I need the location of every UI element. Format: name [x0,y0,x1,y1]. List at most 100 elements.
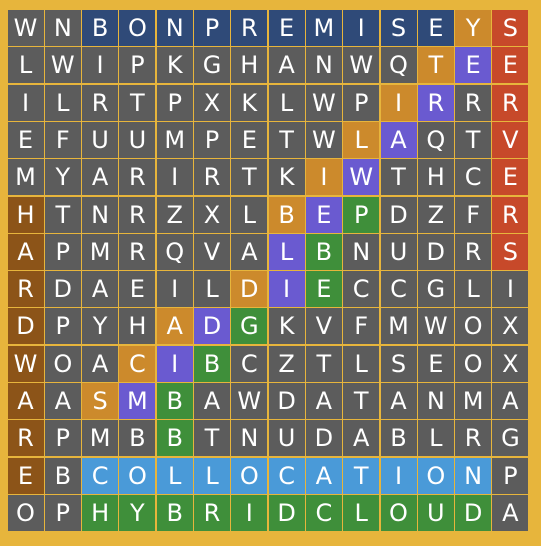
grid-cell-r0-c4[interactable]: N [156,10,193,46]
grid-cell-r13-c1[interactable]: P [44,494,81,531]
grid-cell-r5-c5[interactable]: X [194,196,230,233]
grid-cell-r9-c12[interactable]: O [455,345,492,382]
grid-cell-r3-c12[interactable]: T [455,121,492,158]
grid-cell-r0-c10[interactable]: S [380,10,417,46]
grid-cell-r11-c3[interactable]: B [119,420,156,457]
grid-cell-r4-c8[interactable]: I [305,159,342,196]
grid-cell-r1-c4[interactable]: K [156,47,193,84]
grid-cell-r0-c8[interactable]: M [305,10,342,46]
grid-cell-r12-c5[interactable]: L [194,457,230,494]
grid-cell-r11-c1[interactable]: P [44,420,81,457]
grid-cell-r3-c4[interactable]: M [156,121,193,158]
grid-cell-r7-c11[interactable]: G [417,271,454,308]
grid-cell-r2-c4[interactable]: P [156,84,193,121]
grid-cell-r8-c4[interactable]: A [156,308,193,345]
grid-cell-r3-c5[interactable]: P [194,121,230,158]
grid-cell-r5-c1[interactable]: T [44,196,81,233]
grid-cell-r8-c13[interactable]: X [492,308,529,345]
grid-cell-r5-c13[interactable]: R [492,196,529,233]
grid-cell-r11-c8[interactable]: D [305,420,342,457]
grid-cell-r7-c12[interactable]: L [455,271,492,308]
grid-cell-r11-c12[interactable]: R [455,420,492,457]
grid-cell-r12-c8[interactable]: A [305,457,342,494]
grid-cell-r9-c4[interactable]: I [156,345,193,382]
grid-cell-r0-c0[interactable]: W [7,10,44,46]
grid-cell-r8-c12[interactable]: O [455,308,492,345]
grid-cell-r9-c1[interactable]: O [44,345,81,382]
grid-cell-r0-c1[interactable]: N [44,10,81,46]
grid-cell-r1-c13[interactable]: E [492,47,529,84]
grid-cell-r8-c7[interactable]: K [268,308,305,345]
grid-cell-r6-c10[interactable]: U [380,233,417,270]
grid-cell-r2-c13[interactable]: R [492,84,529,121]
grid-cell-r2-c10[interactable]: I [380,84,417,121]
grid-cell-r0-c13[interactable]: S [492,10,529,46]
grid-cell-r0-c9[interactable]: I [343,10,380,46]
grid-cell-r4-c9[interactable]: W [343,159,380,196]
grid-cell-r7-c5[interactable]: L [194,271,230,308]
grid-cell-r9-c3[interactable]: C [119,345,156,382]
grid-cell-r10-c4[interactable]: B [156,383,193,419]
grid-cell-r10-c10[interactable]: A [380,383,417,419]
grid-cell-r12-c10[interactable]: I [380,457,417,494]
grid-cell-r3-c2[interactable]: U [82,121,119,158]
grid-cell-r8-c3[interactable]: H [119,308,156,345]
grid-cell-r12-c3[interactable]: O [119,457,156,494]
grid-cell-r10-c2[interactable]: S [82,383,119,419]
grid-cell-r13-c0[interactable]: O [7,494,44,531]
grid-cell-r5-c2[interactable]: N [82,196,119,233]
grid-cell-r12-c2[interactable]: C [82,457,119,494]
grid-cell-r13-c6[interactable]: I [231,494,268,531]
grid-cell-r1-c8[interactable]: N [305,47,342,84]
grid-cell-r8-c0[interactable]: D [7,308,44,345]
grid-cell-r4-c13[interactable]: E [492,159,529,196]
grid-cell-r1-c0[interactable]: L [7,47,44,84]
grid-cell-r6-c6[interactable]: A [231,233,268,270]
grid-cell-r0-c2[interactable]: B [82,10,119,46]
grid-cell-r6-c0[interactable]: A [7,233,44,270]
grid-cell-r3-c7[interactable]: T [268,121,305,158]
grid-cell-r7-c13[interactable]: I [492,271,529,308]
grid-cell-r11-c2[interactable]: M [82,420,119,457]
grid-cell-r5-c7[interactable]: B [268,196,305,233]
grid-cell-r9-c10[interactable]: S [380,345,417,382]
grid-cell-r11-c5[interactable]: T [194,420,230,457]
grid-cell-r5-c10[interactable]: D [380,196,417,233]
grid-cell-r6-c5[interactable]: V [194,233,230,270]
grid-cell-r6-c9[interactable]: N [343,233,380,270]
grid-cell-r12-c13[interactable]: P [492,457,529,494]
grid-cell-r1-c5[interactable]: G [194,47,230,84]
grid-cell-r9-c7[interactable]: Z [268,345,305,382]
grid-cell-r13-c9[interactable]: L [343,494,380,531]
grid-cell-r11-c4[interactable]: B [156,420,193,457]
grid-cell-r2-c6[interactable]: K [231,84,268,121]
grid-cell-r9-c9[interactable]: L [343,345,380,382]
grid-cell-r13-c3[interactable]: Y [119,494,156,531]
grid-cell-r1-c7[interactable]: A [268,47,305,84]
grid-cell-r1-c6[interactable]: H [231,47,268,84]
grid-cell-r0-c7[interactable]: E [268,10,305,46]
grid-cell-r8-c1[interactable]: P [44,308,81,345]
grid-cell-r10-c3[interactable]: M [119,383,156,419]
grid-cell-r10-c7[interactable]: D [268,383,305,419]
grid-cell-r7-c6[interactable]: D [231,271,268,308]
grid-cell-r11-c13[interactable]: G [492,420,529,457]
grid-cell-r2-c9[interactable]: P [343,84,380,121]
grid-cell-r1-c2[interactable]: I [82,47,119,84]
grid-cell-r13-c12[interactable]: D [455,494,492,531]
grid-cell-r10-c11[interactable]: N [417,383,454,419]
grid-cell-r0-c11[interactable]: E [417,10,454,46]
grid-cell-r11-c11[interactable]: L [417,420,454,457]
grid-cell-r4-c3[interactable]: R [119,159,156,196]
grid-cell-r7-c9[interactable]: C [343,271,380,308]
grid-cell-r5-c4[interactable]: Z [156,196,193,233]
grid-cell-r13-c7[interactable]: D [268,494,305,531]
grid-cell-r6-c8[interactable]: B [305,233,342,270]
grid-cell-r9-c6[interactable]: C [231,345,268,382]
grid-cell-r11-c10[interactable]: B [380,420,417,457]
grid-cell-r13-c11[interactable]: U [417,494,454,531]
grid-cell-r13-c8[interactable]: C [305,494,342,531]
grid-cell-r4-c6[interactable]: T [231,159,268,196]
grid-cell-r0-c5[interactable]: P [194,10,230,46]
grid-cell-r1-c12[interactable]: E [455,47,492,84]
